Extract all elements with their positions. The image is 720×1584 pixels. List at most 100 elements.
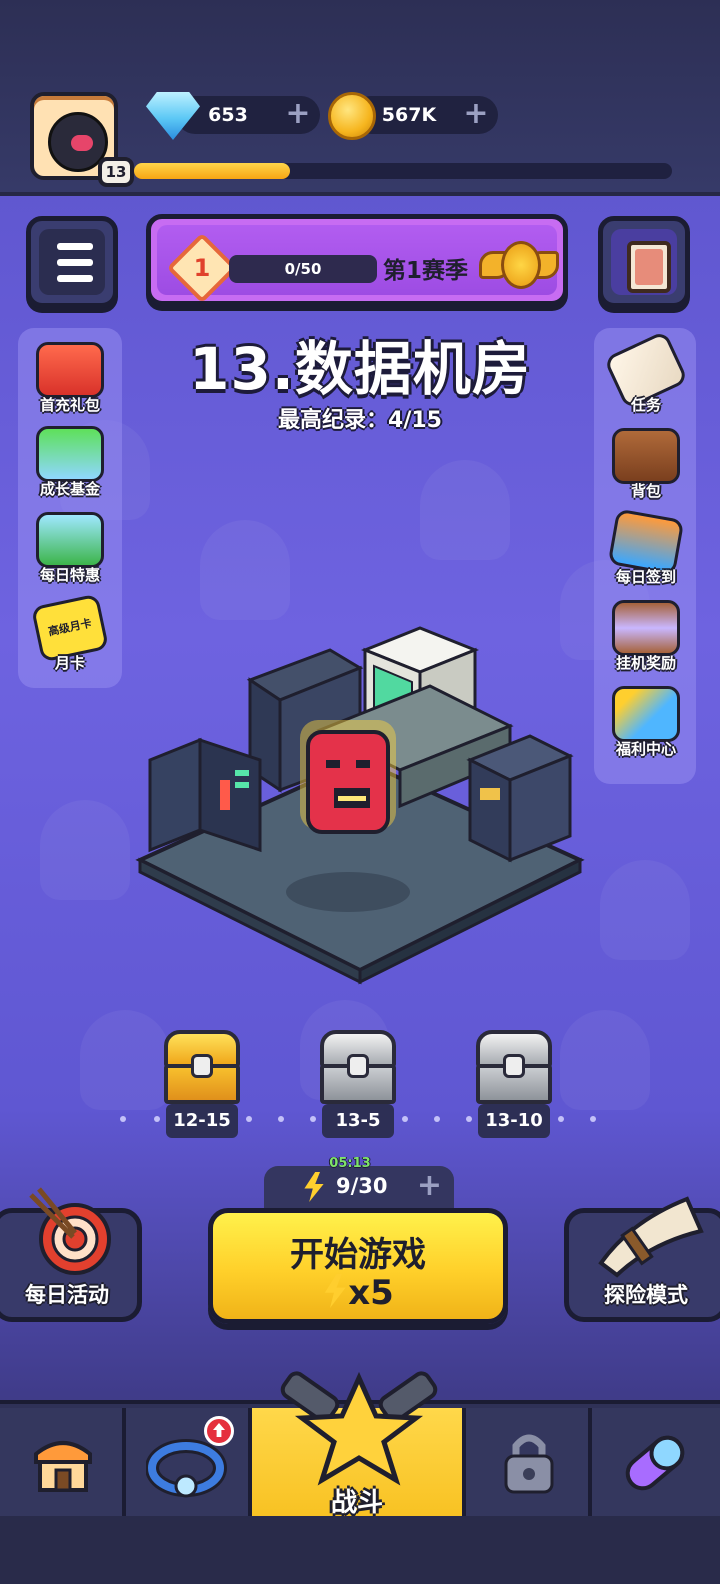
welfare-center-label: 福利中心 [615,740,676,758]
daily-checkin-button[interactable]: 每日签到 [596,508,696,600]
shop-icon [34,1441,92,1492]
track-dot [558,1116,564,1122]
red-monster-enemy [300,720,396,834]
idle-reward-hourglass-icon [612,600,680,656]
start-cost: x5 [213,1273,503,1313]
energy-counter: 9/30 + [264,1166,454,1208]
upgrade-alert-badge [204,1416,234,1446]
track-dot [590,1116,596,1122]
daily-deal-label: 每日特惠 [39,566,100,584]
chest-label: 12-15 [166,1104,238,1138]
daily-activity-label: 每日活动 [25,1283,109,1307]
battle-star-icon [280,1371,438,1486]
game-screen: 13 653 + 567K + 1 0/50 第1赛季 13.数据机房 最高纪录… [0,0,720,1584]
left-feature-panel: 首充礼包 成长基金 每日特惠 高级月卡 月卡 [18,328,122,688]
war-horn-icon [598,1196,704,1278]
season-pass-banner[interactable]: 1 0/50 第1赛季 [146,214,568,306]
track-dot [310,1116,316,1122]
codex-inner [611,229,677,295]
backpack-icon [612,428,680,484]
bg-ghost-pattern [200,520,290,620]
track-dot [154,1116,160,1122]
chest-label: 13-5 [322,1104,394,1138]
chest-lock-icon [503,1054,525,1078]
nav-equipment-tab[interactable] [126,1408,252,1516]
track-dot [246,1116,252,1122]
monthly-card-button[interactable]: 高级月卡 月卡 [20,593,120,686]
quest-button[interactable]: 任务 [596,330,696,428]
xp-progress-fill [134,163,291,179]
reward-chest-gold[interactable] [160,1030,244,1106]
idle-reward-button[interactable]: 挂机奖励 [596,600,696,686]
backpack-button[interactable]: 背包 [596,428,696,514]
track-dot [120,1116,126,1122]
growth-fund-icon [36,426,104,482]
battle-tab-label: 战斗 [330,1488,383,1518]
first-recharge-pack-button[interactable]: 首充礼包 [20,342,120,428]
capsule-icon [625,1435,685,1491]
bg-ghost-pattern [40,800,130,900]
growth-fund-label: 成长基金 [39,480,100,498]
adventure-mode-button[interactable]: 探险模式 [564,1196,720,1322]
growth-fund-button[interactable]: 成长基金 [20,426,120,512]
backpack-label: 背包 [630,482,661,500]
energy-value: 9/30 [336,1174,388,1198]
daily-checkin-label: 每日签到 [615,568,676,586]
track-dot [466,1116,472,1122]
monthly-card-label: 月卡 [54,654,85,672]
codex-book-icon [627,241,671,293]
chest-label: 13-10 [478,1104,550,1138]
chest-lock-icon [347,1054,369,1078]
nav-shop-tab[interactable] [0,1408,126,1516]
first-recharge-pack-label: 首充礼包 [39,396,100,414]
add-coins-button[interactable]: + [462,96,490,132]
bottom-navigation: 战斗 [0,1371,720,1518]
track-dot [278,1116,284,1122]
player-level-badge: 13 [98,157,134,187]
codex-book-button[interactable] [598,216,690,308]
lock-icon [504,1434,554,1494]
lightning-bolt-icon [324,1274,346,1308]
nav-locked-tab[interactable] [466,1408,592,1516]
start-game-label: 开始游戏 [290,1235,426,1275]
energy-cost: x5 [348,1273,394,1313]
energy-refill-timer: 05:13 [329,1156,371,1171]
add-gems-button[interactable]: + [284,96,312,132]
chest-lock-icon [191,1054,213,1078]
system-nav-area [0,1516,720,1584]
welfare-center-button[interactable]: 福利中心 [596,686,696,772]
top-header: 13 653 + 567K + [0,0,720,196]
gift-pack-icon [36,342,104,398]
archery-target-icon [29,1187,111,1275]
xp-progress-bar [134,163,672,179]
bg-ghost-pattern [560,1010,650,1110]
bg-ghost-pattern [80,1010,170,1110]
daily-deal-button[interactable]: 每日特惠 [20,512,120,598]
gem-counter: 653 + [176,96,320,134]
reward-chest-silver[interactable] [316,1030,400,1106]
bg-ghost-pattern [600,860,690,960]
welfare-megaphone-icon [612,686,680,742]
start-game-button[interactable]: 开始游戏 x5 [208,1208,508,1324]
nav-talent-tab[interactable] [592,1408,720,1516]
right-feature-panel: 任务 背包 每日签到 挂机奖励 福利中心 [594,328,696,784]
track-dot [434,1116,440,1122]
main-menu-button[interactable] [26,216,118,308]
track-dot [402,1116,408,1122]
adventure-mode-label: 探险模式 [604,1283,688,1307]
menu-list-icon [39,229,105,295]
lightning-bolt-icon [304,1172,324,1202]
idle-reward-label: 挂机奖励 [615,654,676,672]
season-progress: 0/50 [229,255,377,283]
daily-deal-basket-icon [36,512,104,568]
quest-label: 任务 [630,396,661,414]
add-energy-button[interactable]: + [417,1168,442,1203]
server-room-scene [135,626,585,985]
season-pass-inner: 1 0/50 第1赛季 [157,225,559,304]
season-level: 1 [193,254,211,282]
daily-activity-button[interactable]: 每日活动 [0,1187,142,1322]
season-star-emblem-icon [479,237,559,297]
coin-icon [328,92,376,140]
season-title: 第1赛季 [383,258,469,284]
reward-chest-silver[interactable] [472,1030,556,1106]
